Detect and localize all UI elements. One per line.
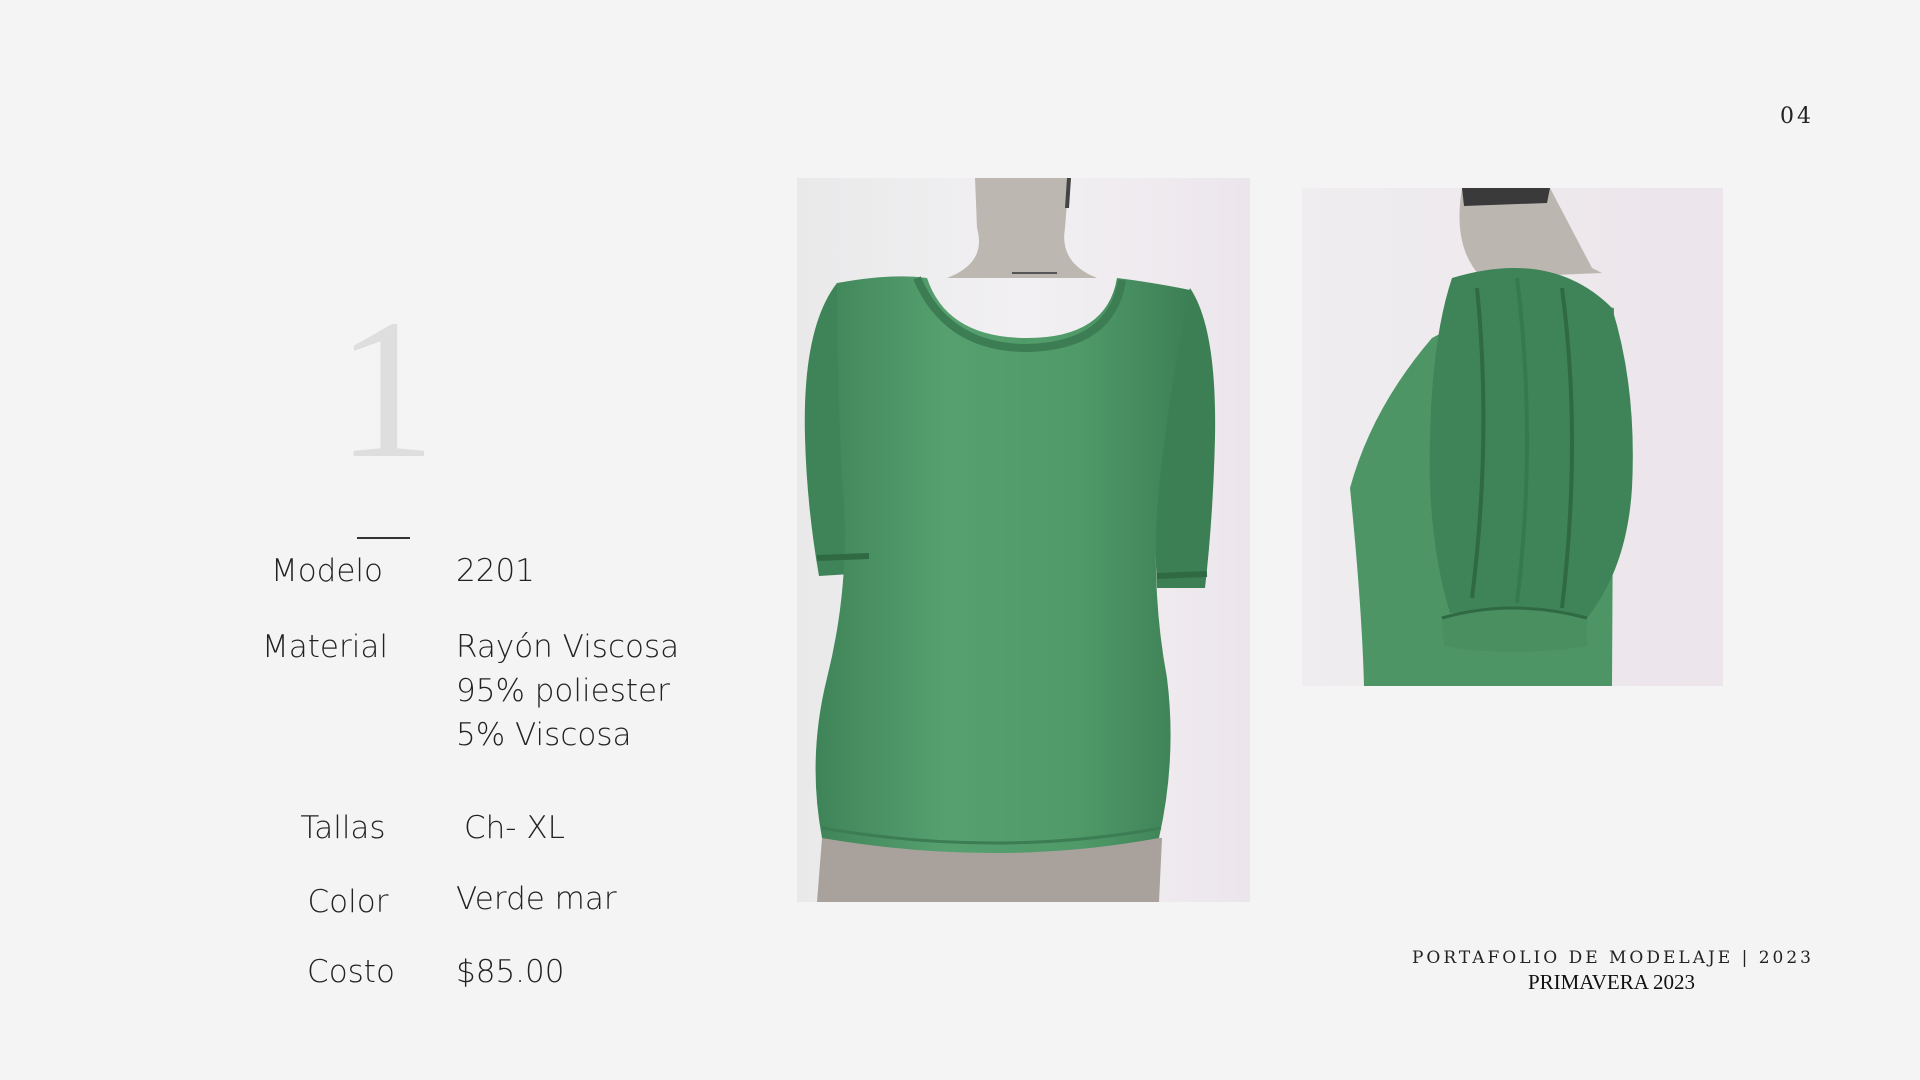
spec-value-material: Rayón Viscosa 95% poliester 5% Viscosa bbox=[456, 625, 679, 757]
footer-season: PRIMAVERA 2023 bbox=[1527, 970, 1696, 994]
material-line-1: Rayón Viscosa bbox=[456, 629, 680, 665]
page-number: 04 bbox=[1780, 104, 1814, 129]
spec-label-material: Material bbox=[262, 629, 388, 665]
spec-label-sizes: Tallas bbox=[300, 810, 386, 846]
mannequin-front-photo-icon bbox=[797, 178, 1250, 902]
spec-label-color: Color bbox=[307, 884, 389, 920]
spec-value-model: 2201 bbox=[456, 553, 535, 589]
item-number: 1 bbox=[336, 279, 436, 500]
spec-label-cost: Costo bbox=[307, 954, 395, 990]
mannequin-side-photo-icon bbox=[1302, 188, 1723, 686]
side-garment-photo bbox=[1302, 188, 1723, 686]
front-garment-photo bbox=[797, 178, 1250, 902]
material-line-3: 5% Viscosa bbox=[456, 717, 632, 753]
footer-portfolio-title: PORTAFOLIO DE MODELAJE | 2023 bbox=[1411, 948, 1814, 968]
item-number-underline bbox=[357, 537, 410, 539]
material-line-2: 95% poliester bbox=[456, 673, 670, 709]
spec-value-sizes: Ch- XL bbox=[464, 810, 565, 846]
spec-value-cost: $85.00 bbox=[456, 954, 565, 990]
spec-label-model: Modelo bbox=[270, 553, 384, 589]
spec-value-color: Verde mar bbox=[456, 881, 617, 917]
